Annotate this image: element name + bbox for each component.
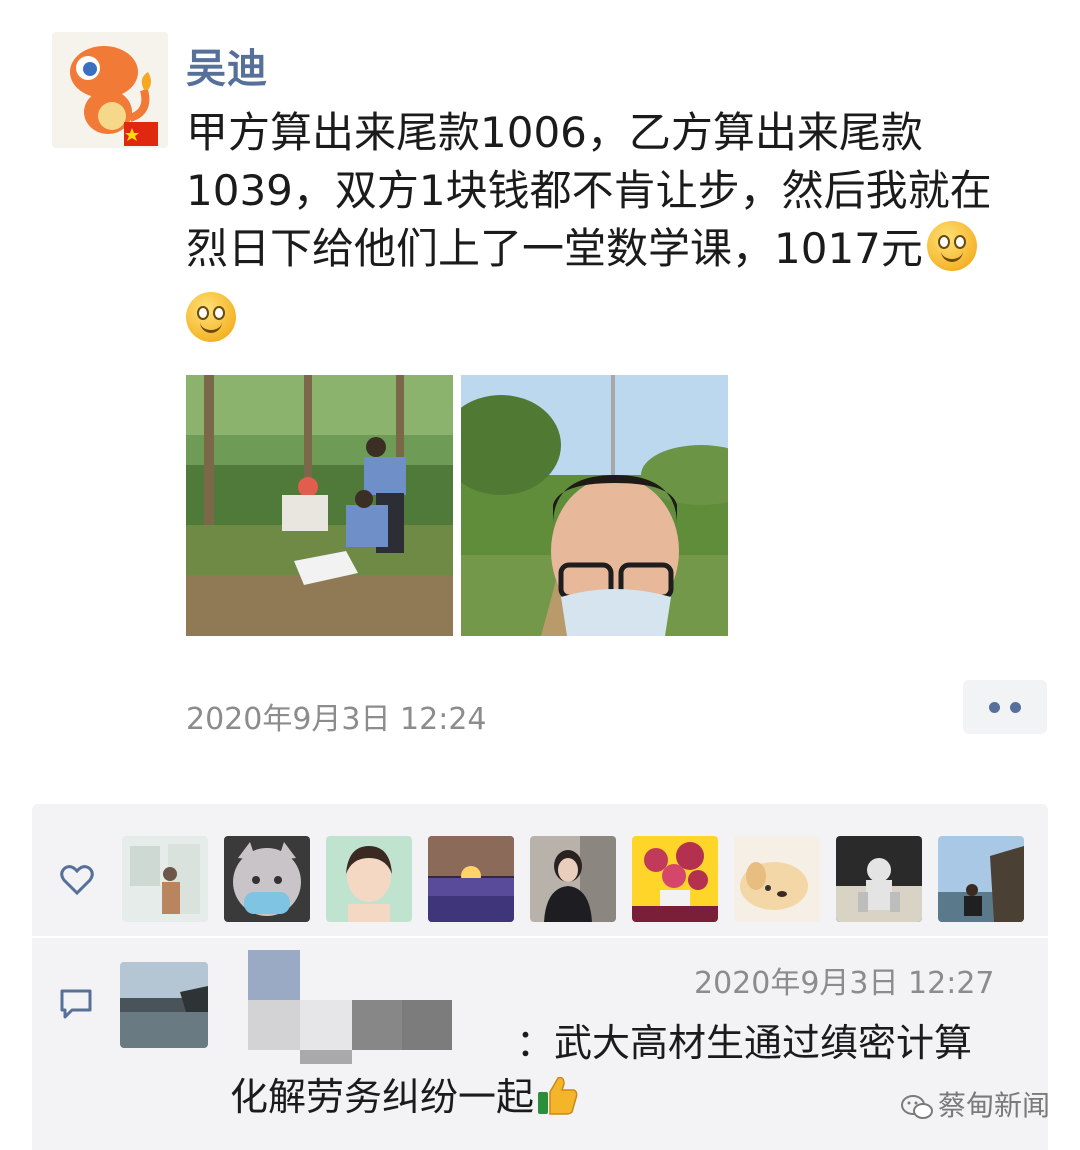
author-avatar[interactable] xyxy=(52,32,168,148)
wechat-icon xyxy=(901,1095,933,1119)
liker-avatar-6[interactable] xyxy=(632,836,718,922)
comment-icon xyxy=(60,989,92,1019)
commenter-name-obscured xyxy=(248,950,300,1000)
post-text: 甲方算出来尾款1006，乙方算出来尾款 1039，双方1块钱都不肯让步，然后我就… xyxy=(186,104,1026,278)
comment-text-line-1: ：武大高材生通过缜密计算 xyxy=(516,1021,973,1065)
comment-text-line-2: 化解劳务纠纷一起 xyxy=(230,1075,535,1119)
post-photo-1[interactable] xyxy=(186,375,453,636)
comment-timestamp: 2020年9月3日 12:27 xyxy=(694,966,995,1001)
post-timestamp: 2020年9月3日 12:24 xyxy=(186,702,487,737)
liker-avatar-2[interactable] xyxy=(224,836,310,922)
liker-avatar-4[interactable] xyxy=(428,836,514,922)
post-text-line-3: 烈日下给他们上了一堂数学课，1017元 xyxy=(186,224,923,273)
comments-panel: 2020年9月3日 12:27 ：武大高材生通过缜密计算 化解劳务纠纷一起 xyxy=(32,938,1048,1150)
watermark: 蔡甸新闻 xyxy=(900,1084,1050,1124)
heart-icon xyxy=(60,865,94,896)
liker-avatar-3[interactable] xyxy=(326,836,412,922)
post-text-line-2: 1039，双方1块钱都不肯让步，然后我就在 xyxy=(186,166,992,215)
likes-panel xyxy=(32,804,1048,936)
commenter-avatar[interactable] xyxy=(120,962,208,1048)
smile-emoji-icon xyxy=(926,221,977,271)
comment-text: ：武大高材生通过缜密计算 化解劳务纠纷一起 xyxy=(230,1016,1010,1124)
watermark-text: 蔡甸新闻 xyxy=(938,1089,1051,1122)
post-text-line-1: 甲方算出来尾款1006，乙方算出来尾款 xyxy=(186,108,923,157)
smile-emoji-icon xyxy=(186,292,236,342)
liker-avatar-8[interactable] xyxy=(836,836,922,922)
liker-avatar-5[interactable] xyxy=(530,836,616,922)
liker-avatar-1[interactable] xyxy=(122,836,208,922)
more-dots-icon[interactable] xyxy=(963,680,1047,734)
post-photo-2[interactable] xyxy=(461,375,728,636)
author-name[interactable]: 吴迪 xyxy=(186,36,268,94)
liker-avatar-9[interactable] xyxy=(938,836,1024,922)
thumbs-up-emoji-icon xyxy=(538,1076,578,1115)
liker-avatar-7[interactable] xyxy=(734,836,820,922)
